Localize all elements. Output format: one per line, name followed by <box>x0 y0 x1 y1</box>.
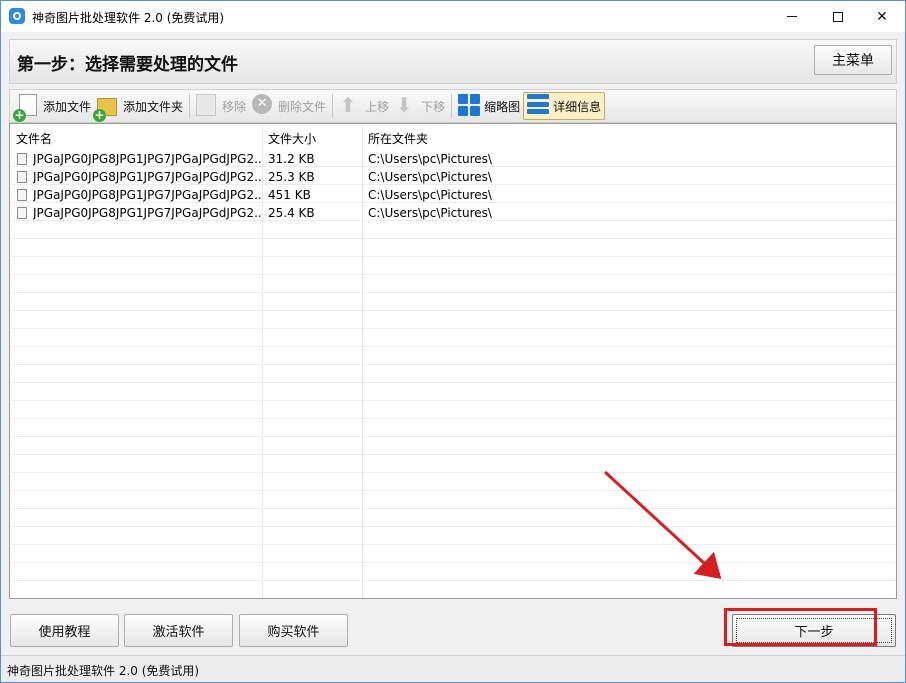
main-menu-button[interactable]: 主菜单 <box>814 45 892 75</box>
grid-view-icon <box>458 94 482 118</box>
row-divider <box>10 527 896 545</box>
list-view-icon <box>527 94 551 118</box>
move-up-button[interactable]: ⬆ 上移 <box>336 92 392 120</box>
column-header-size[interactable]: 文件大小 <box>268 130 316 147</box>
toolbar: + 添加文件 + 添加文件夹 移除 ✕ 删除文件 ⬆ 上移 ⬇ 下移 缩略图 详… <box>9 89 897 123</box>
row-divider <box>10 437 896 455</box>
title-bar[interactable]: 神奇图片批处理软件 2.0 (免费试用) ✕ <box>1 1 905 32</box>
row-divider <box>10 365 896 383</box>
row-divider <box>10 401 896 419</box>
row-divider <box>10 419 896 437</box>
file-size: 31.2 KB <box>268 152 315 166</box>
add-file-button[interactable]: + 添加文件 <box>13 92 94 122</box>
delete-icon: ✕ <box>252 94 276 118</box>
add-folder-button[interactable]: + 添加文件夹 <box>93 92 186 122</box>
row-divider <box>10 293 896 311</box>
file-size: 25.4 KB <box>268 206 315 220</box>
move-up-label: 上移 <box>365 99 390 114</box>
activate-button[interactable]: 激活软件 <box>124 614 233 647</box>
add-folder-icon: + <box>93 94 121 122</box>
step-header: 第一步：选择需要处理的文件 主菜单 <box>9 39 897 84</box>
table-row[interactable]: JPGaJPG0JPG8JPG1JPG7JPGaJPGdJPG2... 25.3… <box>10 168 896 186</box>
file-list-table[interactable]: 文件名 文件大小 所在文件夹 JPGaJPG0JPG8JPG1JPG7JPGaJ… <box>9 123 897 599</box>
close-button[interactable]: ✕ <box>859 1 905 32</box>
row-divider <box>10 473 896 491</box>
row-divider <box>10 509 896 527</box>
file-size: 25.3 KB <box>268 170 315 184</box>
app-logo-icon <box>9 8 25 24</box>
toolbar-divider <box>189 94 191 118</box>
buy-button[interactable]: 购买软件 <box>239 614 348 647</box>
minimize-button[interactable] <box>769 1 815 32</box>
file-name: JPGaJPG0JPG8JPG1JPG7JPGaJPGdJPG2... <box>33 152 261 166</box>
row-divider <box>10 455 896 473</box>
row-divider <box>10 545 896 563</box>
status-text: 神奇图片批处理软件 2.0 (免费试用) <box>7 664 200 678</box>
arrow-down-icon: ⬇ <box>395 93 413 117</box>
window-title: 神奇图片批处理软件 2.0 (免费试用) <box>32 11 225 25</box>
thumbnail-view-button[interactable]: 缩略图 <box>455 92 523 120</box>
file-folder: C:\Users\pc\Pictures\ <box>368 206 492 220</box>
table-row[interactable]: JPGaJPG0JPG8JPG1JPG7JPGaJPGdJPG2... 451 … <box>10 186 896 204</box>
file-folder: C:\Users\pc\Pictures\ <box>368 170 492 184</box>
thumbnail-view-label: 缩略图 <box>484 99 521 114</box>
remove-button[interactable]: 移除 <box>193 92 249 120</box>
details-view-label: 详细信息 <box>553 99 602 114</box>
add-file-label: 添加文件 <box>43 99 92 114</box>
step-title: 第一步：选择需要处理的文件 <box>17 55 238 75</box>
maximize-icon <box>833 11 843 22</box>
highlight-box <box>724 608 877 646</box>
toolbar-divider <box>332 94 334 118</box>
add-file-icon: + <box>13 94 41 122</box>
close-icon: ✕ <box>876 8 888 25</box>
column-header-filename[interactable]: 文件名 <box>16 130 52 147</box>
arrow-up-icon: ⬆ <box>339 93 357 117</box>
column-divider <box>896 124 897 598</box>
maximize-button[interactable] <box>815 1 861 32</box>
table-row[interactable]: JPGaJPG0JPG8JPG1JPG7JPGaJPGdJPG2... 31.2… <box>10 150 896 168</box>
row-divider <box>10 257 896 275</box>
file-folder: C:\Users\pc\Pictures\ <box>368 152 492 166</box>
file-folder: C:\Users\pc\Pictures\ <box>368 188 492 202</box>
delete-file-button[interactable]: ✕ 删除文件 <box>249 92 329 120</box>
row-divider <box>10 491 896 509</box>
file-name: JPGaJPG0JPG8JPG1JPG7JPGaJPGdJPG2... <box>33 206 261 220</box>
image-file-icon <box>17 153 27 165</box>
image-file-icon <box>17 171 27 183</box>
image-file-icon <box>17 207 27 219</box>
image-file-icon <box>17 189 27 201</box>
status-bar: 神奇图片批处理软件 2.0 (免费试用) <box>1 655 905 682</box>
row-divider <box>10 347 896 365</box>
row-divider <box>10 329 896 347</box>
row-divider <box>10 563 896 581</box>
toolbar-divider <box>451 94 453 118</box>
minimize-icon <box>787 16 797 17</box>
file-name: JPGaJPG0JPG8JPG1JPG7JPGaJPGdJPG2... <box>33 170 261 184</box>
add-folder-label: 添加文件夹 <box>123 99 184 114</box>
remove-label: 移除 <box>222 99 247 114</box>
row-divider <box>10 311 896 329</box>
table-header: 文件名 文件大小 所在文件夹 <box>10 124 896 148</box>
row-divider <box>10 581 896 598</box>
row-divider <box>10 383 896 401</box>
details-view-button[interactable]: 详细信息 <box>523 92 606 120</box>
row-divider <box>10 239 896 257</box>
table-row[interactable]: JPGaJPG0JPG8JPG1JPG7JPGaJPGdJPG2... 25.4… <box>10 204 896 222</box>
tutorial-button[interactable]: 使用教程 <box>10 614 119 647</box>
move-down-label: 下移 <box>421 99 446 114</box>
row-divider <box>10 275 896 293</box>
file-name: JPGaJPG0JPG8JPG1JPG7JPGaJPGdJPG2... <box>33 188 261 202</box>
row-divider <box>10 221 896 239</box>
delete-file-label: 删除文件 <box>278 99 327 114</box>
move-down-button[interactable]: ⬇ 下移 <box>392 92 448 120</box>
app-window: 神奇图片批处理软件 2.0 (免费试用) ✕ 第一步：选择需要处理的文件 主菜单… <box>0 0 906 683</box>
remove-icon <box>196 94 220 118</box>
file-size: 451 KB <box>268 188 311 202</box>
column-header-folder[interactable]: 所在文件夹 <box>368 130 428 147</box>
